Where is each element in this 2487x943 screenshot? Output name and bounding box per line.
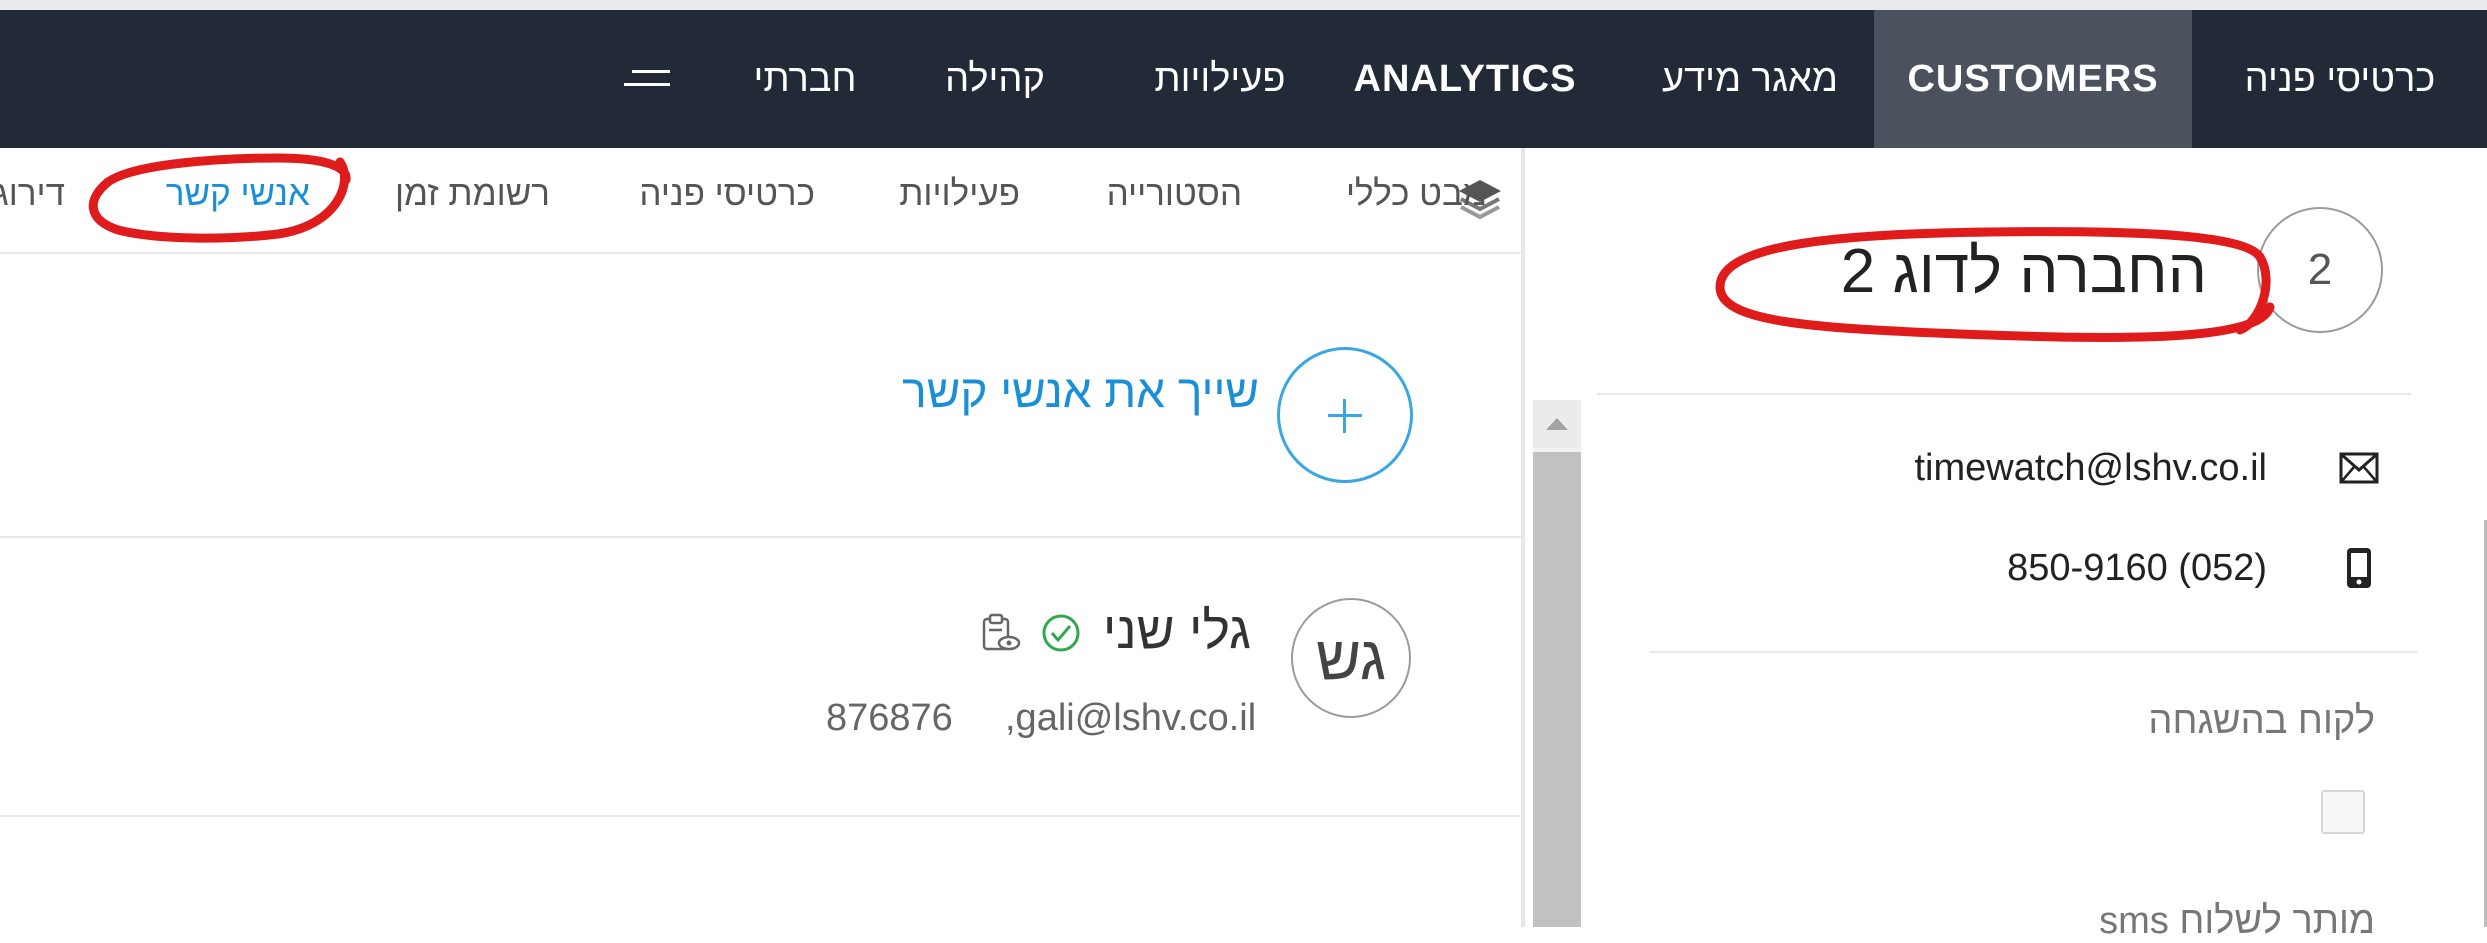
contact-phone[interactable]: 876876	[826, 697, 953, 740]
nav-item-tickets[interactable]: כרטיסי פניה	[2193, 10, 2487, 148]
sms-allowed-label: מותר לשלוח sms	[2099, 900, 2375, 942]
nav-item-analytics[interactable]: ANALYTICS	[1340, 10, 1590, 148]
contact-avatar: גש	[1291, 598, 1411, 718]
nav-item-customers[interactable]: CUSTOMERS	[1874, 10, 2192, 148]
envelope-icon	[2339, 452, 2379, 484]
clipboard-eye-icon[interactable]	[978, 612, 1022, 656]
divider	[0, 536, 1521, 538]
hamburger-icon[interactable]	[624, 70, 670, 94]
divider	[1649, 651, 2417, 653]
contact-email[interactable]: ,gali@lshv.co.il	[1005, 697, 1256, 740]
tab-time-log[interactable]: רשומת זמן	[395, 174, 550, 214]
tab-tickets[interactable]: כרטיסי פניה	[639, 174, 815, 214]
assign-contacts-button[interactable]	[1277, 347, 1413, 483]
tab-contacts[interactable]: אנשי קשר	[166, 174, 310, 214]
company-email[interactable]: timewatch@lshv.co.il	[1914, 447, 2267, 490]
divider	[0, 815, 1521, 817]
nav-item-knowledge-base[interactable]: מאגר מידע	[1630, 10, 1870, 148]
top-navigation: כרטיסי פניה CUSTOMERS מאגר מידע ANALYTIC…	[0, 10, 2487, 148]
scrollbar-thumb[interactable]	[1533, 452, 1581, 927]
nav-item-community[interactable]: קהילה	[920, 10, 1070, 148]
tab-rating[interactable]: דירוג	[0, 174, 65, 214]
managed-customer-label: לקוח בהשגחה	[2148, 700, 2375, 742]
contact-name[interactable]: גלי שני	[1103, 601, 1251, 661]
company-avatar: 2	[2257, 207, 2383, 333]
check-circle-icon	[1042, 614, 1080, 652]
company-phone[interactable]: 850-9160 (052)	[2007, 547, 2267, 590]
nav-item-activities[interactable]: פעילויות	[1120, 10, 1320, 148]
tab-history[interactable]: הסטורייה	[1107, 174, 1242, 214]
mobile-phone-icon	[2347, 548, 2371, 588]
tab-overview[interactable]: מבט כללי	[1346, 174, 1487, 214]
company-name: החברה לדוג 2	[1840, 237, 2207, 306]
managed-customer-checkbox[interactable]	[2321, 790, 2365, 834]
tab-activities[interactable]: פעילויות	[899, 174, 1020, 214]
assign-contacts-link[interactable]: שייך את אנשי קשר	[902, 364, 1259, 418]
nav-item-social[interactable]: חברתי	[730, 10, 880, 148]
top-strip	[0, 0, 2487, 10]
divider	[1597, 393, 2411, 395]
scroll-up-button[interactable]	[1533, 400, 1581, 448]
